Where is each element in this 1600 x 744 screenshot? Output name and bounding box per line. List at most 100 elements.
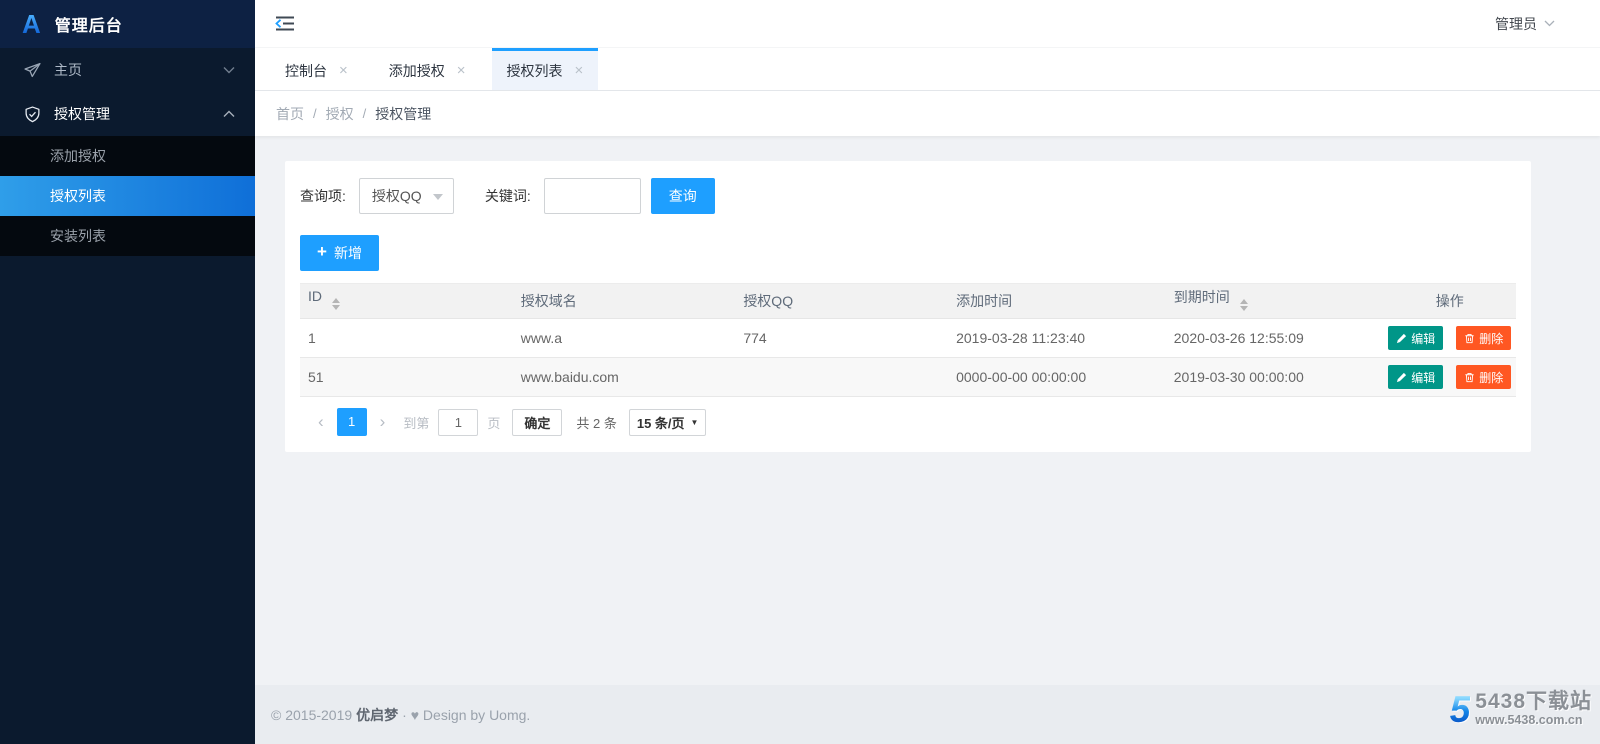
caret-down-icon: [433, 194, 443, 205]
sidebar-logo: A 管理后台: [0, 0, 255, 48]
main-column: 管理员 控制台 × 添加授权 × 授权列表 × 首页 /: [255, 0, 1600, 744]
sidebar-item-install-list[interactable]: 安装列表: [0, 216, 255, 256]
footer: © 2015-2019 优启梦 · ♥ Design by Uomg.: [255, 685, 1600, 744]
trash-icon: [1464, 372, 1475, 383]
watermark: 5 5438下载站 www.5438.com.cn: [1450, 691, 1592, 728]
sidebar-item-label: 授权管理: [54, 104, 110, 124]
col-header-qq: 授权QQ: [735, 284, 948, 319]
sidebar-filler: [0, 256, 255, 744]
add-button[interactable]: + 新增: [300, 235, 379, 271]
breadcrumb-separator: /: [363, 106, 367, 121]
query-field-value: 授权QQ: [372, 186, 422, 206]
tab-label: 授权列表: [507, 61, 563, 81]
footer-dot: ·: [402, 707, 407, 723]
total-count-label: 共 2 条: [576, 413, 616, 432]
shield-check-icon: [24, 106, 41, 123]
trash-icon: [1464, 333, 1475, 344]
cell-ops: 编辑 删除: [1383, 319, 1516, 358]
sidebar: A 管理后台 主页 授权管理 添加授权 授权列表 安装列表: [0, 0, 255, 744]
keyword-input[interactable]: [544, 178, 641, 214]
tab-console[interactable]: 控制台 ×: [270, 48, 363, 90]
app-title: 管理后台: [55, 12, 123, 36]
cell-expires: 2019-03-30 00:00:00: [1166, 358, 1384, 397]
cell-added: 2019-03-28 11:23:40: [948, 319, 1166, 358]
cell-expires: 2020-03-26 12:55:09: [1166, 319, 1384, 358]
page-suffix-label: 页: [487, 413, 500, 432]
sidebar-item-add-auth[interactable]: 添加授权: [0, 136, 255, 176]
tab-bar: 控制台 × 添加授权 × 授权列表 ×: [255, 48, 1600, 91]
tab-label: 添加授权: [389, 61, 445, 81]
sidebar-item-label: 主页: [54, 60, 82, 80]
cell-added: 0000-00-00 00:00:00: [948, 358, 1166, 397]
keyword-label: 关键词:: [485, 186, 531, 206]
user-name: 管理员: [1495, 14, 1537, 34]
page-input[interactable]: [438, 409, 478, 436]
pencil-icon: [1396, 333, 1407, 344]
delete-button[interactable]: 删除: [1456, 326, 1511, 350]
auth-list-card: 查询项: 授权QQ 关键词: 查询 + 新增: [285, 161, 1531, 452]
footer-copyright: © 2015-2019: [271, 707, 352, 723]
next-page-icon[interactable]: ›: [371, 412, 395, 432]
breadcrumb-current: 授权管理: [375, 104, 431, 124]
sort-icon[interactable]: [332, 294, 340, 314]
search-form: 查询项: 授权QQ 关键词: 查询: [300, 178, 1516, 214]
table-row: 1 www.a 774 2019-03-28 11:23:40 2020-03-…: [300, 319, 1516, 358]
pencil-icon: [1396, 372, 1407, 383]
breadcrumb-auth[interactable]: 授权: [326, 104, 354, 124]
edit-button[interactable]: 编辑: [1388, 326, 1443, 350]
watermark-5-icon: 5: [1450, 693, 1471, 726]
cell-id: 1: [300, 319, 513, 358]
cell-domain: www.a: [513, 319, 736, 358]
delete-button[interactable]: 删除: [1456, 365, 1511, 389]
watermark-title: 5438下载站: [1475, 691, 1592, 712]
sidebar-item-auth-list[interactable]: 授权列表: [0, 176, 255, 216]
sidebar-item-auth-management[interactable]: 授权管理: [0, 92, 255, 136]
sidebar-submenu: 添加授权 授权列表 安装列表: [0, 136, 255, 256]
sidebar-item-home[interactable]: 主页: [0, 48, 255, 92]
sidebar-collapse-icon[interactable]: [275, 16, 295, 31]
breadcrumb: 首页 / 授权 / 授权管理: [255, 91, 1600, 136]
breadcrumb-home[interactable]: 首页: [276, 104, 304, 124]
query-field-label: 查询项:: [300, 186, 346, 206]
confirm-page-button[interactable]: 确定: [512, 409, 562, 436]
user-menu[interactable]: 管理员: [1495, 14, 1555, 34]
cell-domain: www.baidu.com: [513, 358, 736, 397]
topbar: 管理员: [255, 0, 1600, 48]
cell-id: 51: [300, 358, 513, 397]
logo-a-icon: A: [22, 11, 41, 37]
sort-icon[interactable]: [1240, 295, 1248, 315]
per-page-select[interactable]: 15 条/页 ▼: [629, 409, 707, 436]
query-button[interactable]: 查询: [651, 178, 715, 214]
auth-table: ID 授权域名 授权QQ 添加时间 到期时间 操作: [300, 283, 1516, 397]
edit-button[interactable]: 编辑: [1388, 365, 1443, 389]
tab-auth-list[interactable]: 授权列表 ×: [492, 48, 599, 90]
footer-design: ♥ Design by Uomg.: [411, 707, 531, 723]
breadcrumb-separator: /: [313, 106, 317, 121]
watermark-url: www.5438.com.cn: [1475, 713, 1592, 728]
col-header-domain: 授权域名: [513, 284, 736, 319]
send-icon: [24, 62, 41, 79]
table-row: 51 www.baidu.com 0000-00-00 00:00:00 201…: [300, 358, 1516, 397]
col-header-id: ID: [300, 284, 513, 319]
col-header-expires: 到期时间: [1166, 284, 1384, 319]
col-header-added: 添加时间: [948, 284, 1166, 319]
chevron-down-icon: [223, 66, 235, 74]
admin-app: A 管理后台 主页 授权管理 添加授权 授权列表 安装列表: [0, 0, 1600, 744]
cell-qq: [735, 358, 948, 397]
tab-label: 控制台: [285, 61, 327, 81]
goto-label: 到第: [403, 413, 429, 432]
close-icon[interactable]: ×: [457, 63, 466, 78]
query-field-select[interactable]: 授权QQ: [359, 178, 454, 214]
cell-ops: 编辑 删除: [1383, 358, 1516, 397]
add-button-label: 新增: [334, 243, 362, 263]
close-icon[interactable]: ×: [575, 63, 584, 78]
tab-add-auth[interactable]: 添加授权 ×: [374, 48, 481, 90]
footer-brand[interactable]: 优启梦: [356, 705, 398, 725]
page-number-button[interactable]: 1: [337, 408, 367, 436]
col-header-ops: 操作: [1383, 284, 1516, 319]
content-area: 查询项: 授权QQ 关键词: 查询 + 新增: [255, 136, 1600, 685]
prev-page-icon[interactable]: ‹: [309, 412, 333, 432]
plus-icon: +: [317, 242, 327, 262]
chevron-up-icon: [223, 110, 235, 118]
close-icon[interactable]: ×: [339, 63, 348, 78]
